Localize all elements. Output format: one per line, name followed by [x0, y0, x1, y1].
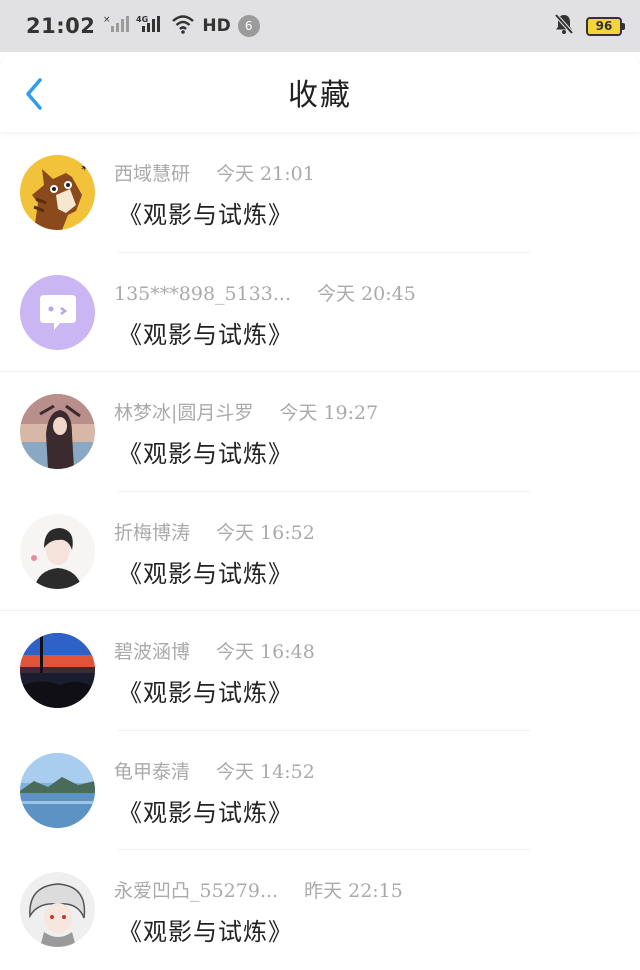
list-item[interactable]: 折梅博涛 今天 16:52 《观影与试炼》 — [0, 492, 640, 611]
avatar[interactable] — [20, 752, 95, 828]
timestamp: 今天 14:52 — [216, 760, 315, 783]
avatar[interactable] — [20, 394, 95, 469]
no-signal-icon: × — [103, 14, 130, 38]
svg-text:✶: ✶ — [80, 163, 88, 174]
timestamp: 今天 16:52 — [216, 521, 315, 544]
list-item[interactable]: ✶ 西域慧研 今天 21:01 《观影与试炼》 — [0, 133, 640, 253]
list-item[interactable]: 林梦冰|圆月斗罗 今天 19:27 《观影与试炼》 — [0, 372, 640, 492]
nav-bar: 收藏 — [0, 52, 640, 132]
svg-text:4G: 4G — [136, 15, 148, 24]
username: 林梦冰|圆月斗罗 — [114, 402, 254, 424]
back-button[interactable] — [18, 76, 48, 112]
username: 135***898_5133... — [114, 282, 292, 305]
avatar[interactable]: ✶ — [20, 155, 95, 230]
favorite-title: 《观影与试炼》 — [118, 559, 293, 588]
username: 折梅博涛 — [114, 521, 191, 544]
favorite-title: 《观影与试炼》 — [118, 440, 293, 468]
favorite-title: 《观影与试炼》 — [118, 679, 293, 707]
timestamp: 今天 16:48 — [216, 641, 315, 663]
username: 西域慧研 — [114, 163, 191, 185]
notification-count-badge: 6 — [237, 15, 260, 37]
favorite-title: 《观影与试炼》 — [118, 201, 293, 229]
timestamp: 今天 20:45 — [317, 282, 416, 305]
list-item[interactable]: 龟甲泰清 今天 14:52 《观影与试炼》 — [0, 731, 640, 850]
timestamp: 今天 19:27 — [279, 402, 379, 424]
status-icons: × 4G HD 6 — [103, 14, 260, 38]
favorites-list: ✶ 西域慧研 今天 21:01 《观影与试炼》 135***898_5133...… — [0, 133, 640, 970]
list-item[interactable]: 永爱凹凸_55279... 昨天 22:15 《观影与试炼》 — [0, 850, 640, 970]
avatar[interactable] — [20, 633, 95, 708]
list-item[interactable]: 135***898_5133... 今天 20:45 《观影与试炼》 — [0, 253, 640, 372]
avatar[interactable] — [20, 872, 95, 947]
status-time: 21:02 — [26, 14, 96, 38]
svg-text:×: × — [103, 15, 111, 25]
avatar[interactable] — [20, 513, 95, 589]
avatar[interactable] — [20, 274, 95, 350]
status-bar: 21:02 × 4G HD 6 96 — [0, 0, 640, 52]
battery-icon: 96 — [586, 16, 625, 36]
username: 龟甲泰清 — [114, 760, 191, 783]
signal-4g-icon: 4G — [136, 14, 164, 38]
mute-icon — [554, 13, 574, 39]
username: 永爱凹凸_55279... — [114, 880, 279, 902]
wifi-icon — [171, 14, 195, 38]
favorite-title: 《观影与试炼》 — [118, 918, 293, 946]
list-item[interactable]: 碧波涵博 今天 16:48 《观影与试炼》 — [0, 611, 640, 731]
chevron-left-icon — [18, 78, 48, 116]
page-title: 收藏 — [288, 78, 352, 113]
hd-label: HD — [202, 16, 231, 36]
favorite-title: 《观影与试炼》 — [118, 798, 293, 827]
username: 碧波涵博 — [114, 641, 191, 663]
timestamp: 今天 21:01 — [216, 163, 315, 185]
timestamp: 昨天 22:15 — [304, 880, 403, 902]
favorite-title: 《观影与试炼》 — [118, 320, 293, 349]
